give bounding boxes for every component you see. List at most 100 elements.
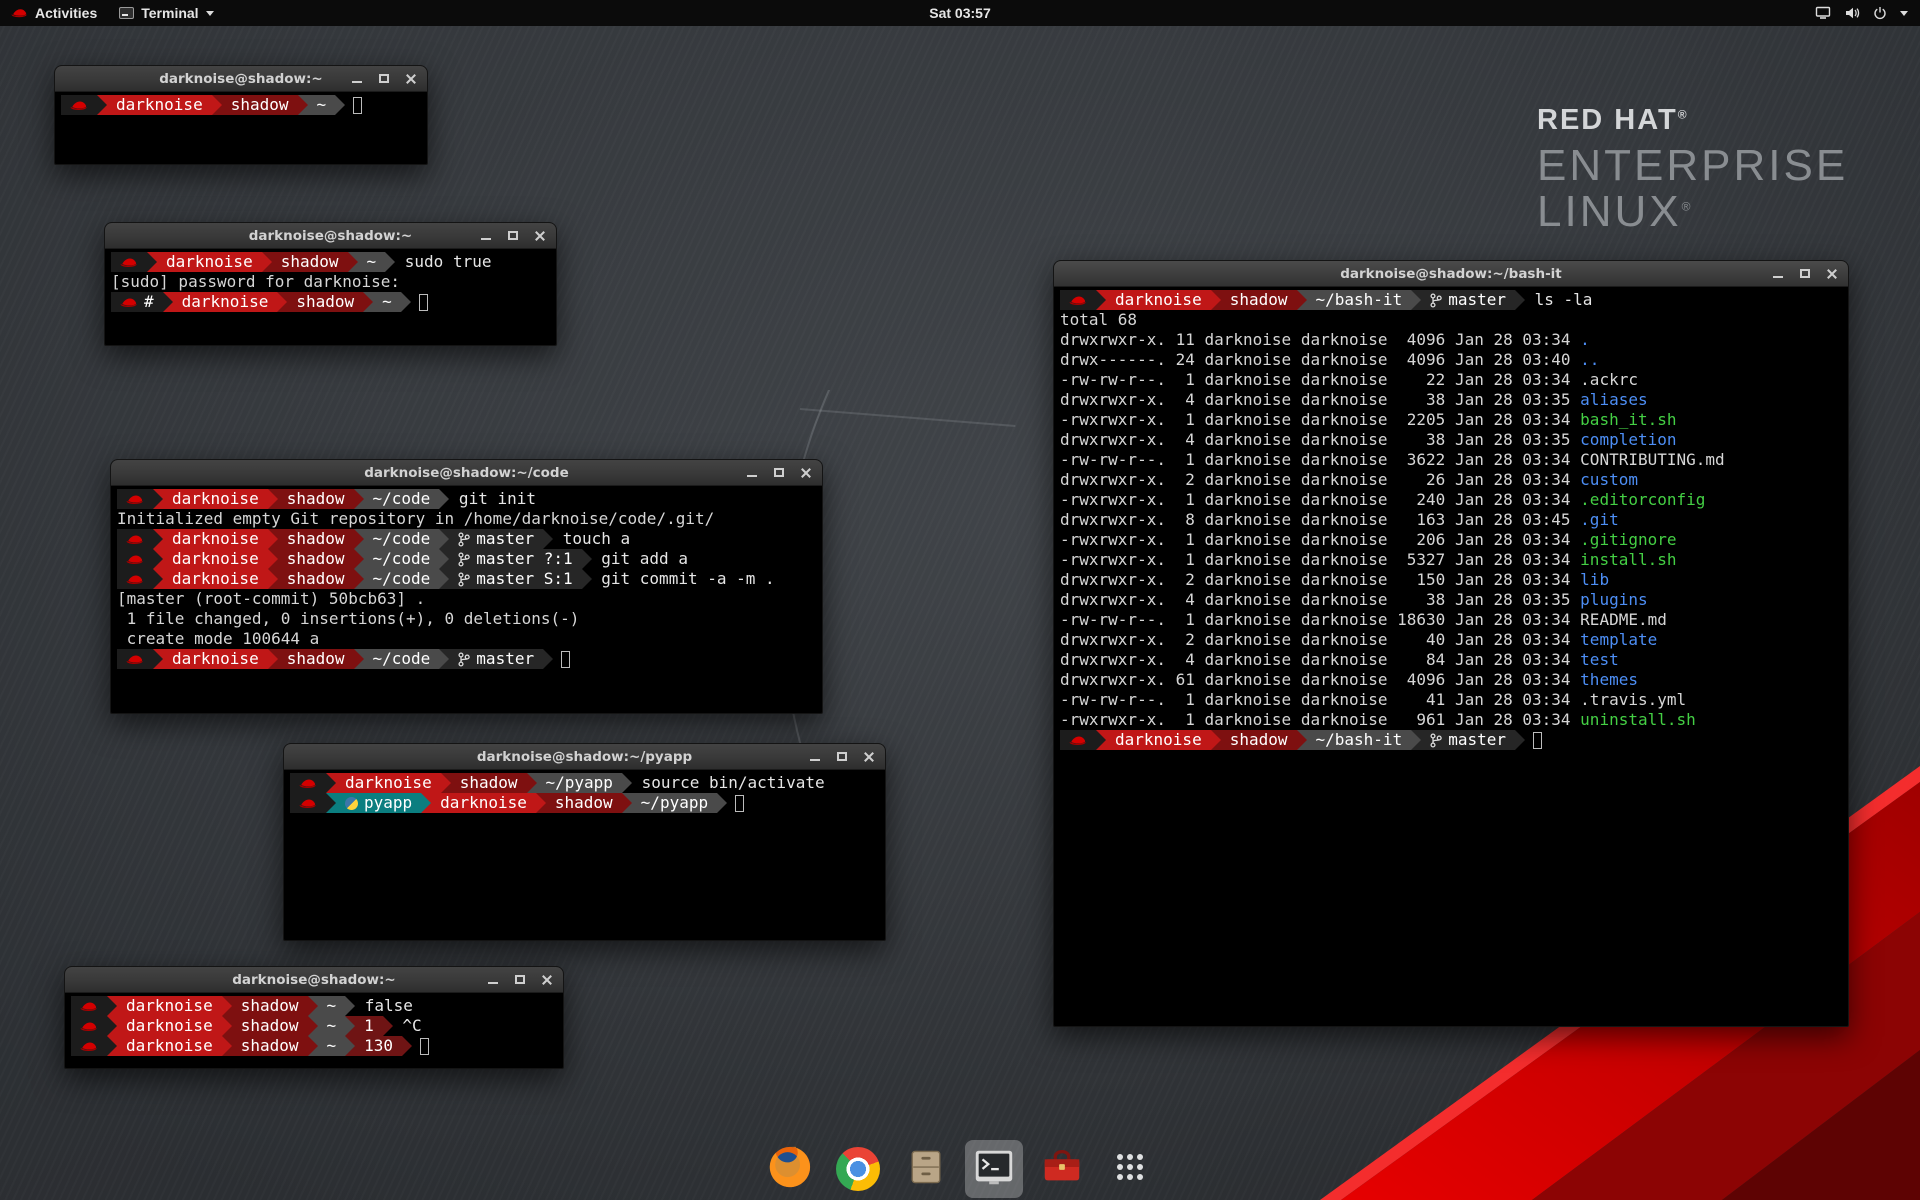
maximize-button[interactable]: [831, 747, 853, 767]
window-controls: [475, 223, 551, 248]
close-button[interactable]: [529, 226, 551, 246]
file-name: ..: [1580, 350, 1599, 369]
terminal-content[interactable]: darknoiseshadow~ false darknoiseshadow~1…: [65, 993, 563, 1056]
window-titlebar[interactable]: darknoise@shadow:~: [65, 967, 563, 993]
powerline-separator-icon: [1297, 730, 1307, 750]
python-icon: [345, 797, 358, 810]
prompt-line: darknoiseshadow~: [61, 95, 423, 115]
redhat-icon: [70, 100, 88, 111]
minimize-button[interactable]: [475, 226, 497, 246]
terminal-content[interactable]: darknoiseshadow ~/pyapp source bin/activa…: [284, 770, 885, 813]
terminal-output-line: [sudo] password for darknoise:: [111, 272, 552, 292]
segment-text: darknoise: [126, 996, 213, 1016]
close-button[interactable]: [400, 69, 422, 89]
powerline-separator-icon: [153, 549, 163, 569]
segment-text: ~/code: [373, 569, 431, 589]
minimize-button[interactable]: [741, 463, 763, 483]
close-icon: [800, 467, 812, 479]
segment-text: darknoise: [172, 649, 259, 669]
prompt-line: darknoiseshadow~/code master touch a: [117, 529, 818, 549]
maximize-icon: [774, 468, 784, 477]
terminal-window-pyapp: darknoise@shadow:~/pyapp darknoiseshadow…: [283, 743, 886, 941]
close-button[interactable]: [536, 970, 558, 990]
minimize-button[interactable]: [804, 747, 826, 767]
prompt-segment-host: shadow: [232, 996, 308, 1016]
redhat-icon: [299, 798, 317, 809]
software-dock-item[interactable]: [1033, 1140, 1091, 1198]
output-text: -rwxrwxr-x. 1 darknoise darknoise 240 Ja…: [1060, 490, 1580, 509]
minimize-button[interactable]: [482, 970, 504, 990]
window-titlebar[interactable]: darknoise@shadow:~: [55, 66, 427, 92]
clock[interactable]: Sat 03:57: [929, 0, 990, 26]
powerline-separator-icon: [97, 95, 107, 115]
powerline-separator-icon: [308, 1016, 318, 1036]
file-name: themes: [1580, 670, 1638, 689]
terminal-cursor: [735, 795, 744, 812]
terminal-output-line: -rwxrwxr-x. 1 darknoise darknoise 5327 J…: [1060, 550, 1844, 570]
terminal-content[interactable]: darknoiseshadow~: [55, 92, 427, 115]
window-titlebar[interactable]: darknoise@shadow:~/pyapp: [284, 744, 885, 770]
terminal-dock-item[interactable]: [965, 1140, 1023, 1198]
maximize-button[interactable]: [768, 463, 790, 483]
prompt-segment-host: shadow: [278, 569, 354, 589]
segment-text: ~: [317, 95, 327, 115]
minimize-button[interactable]: [1767, 264, 1789, 284]
output-text: drwxrwxr-x. 4 darknoise darknoise 38 Jan…: [1060, 430, 1580, 449]
prompt-segment-user: darknoise: [117, 1036, 222, 1056]
prompt-segment-host: shadow: [278, 489, 354, 509]
prompt-segment-hat: [290, 773, 326, 793]
firefox-dock-item[interactable]: [761, 1140, 819, 1198]
chrome-dock-item[interactable]: [829, 1140, 887, 1198]
maximize-button[interactable]: [502, 226, 524, 246]
maximize-button[interactable]: [373, 69, 395, 89]
command-text: source bin/activate: [632, 773, 825, 793]
segment-text: shadow: [1230, 730, 1288, 750]
prompt-segment-host: shadow: [1221, 290, 1297, 310]
window-titlebar[interactable]: darknoise@shadow:~: [105, 223, 556, 249]
system-status-area[interactable]: [1803, 0, 1920, 26]
maximize-button[interactable]: [509, 970, 531, 990]
file-name: test: [1580, 650, 1619, 669]
powerline-separator-icon: [1411, 730, 1421, 750]
prompt-segment-user: darknoise: [431, 793, 536, 813]
files-dock-item[interactable]: [897, 1140, 955, 1198]
apps-dock-item[interactable]: [1101, 1140, 1159, 1198]
segment-text: shadow: [287, 569, 345, 589]
terminal-cursor: [561, 651, 570, 668]
maximize-button[interactable]: [1794, 264, 1816, 284]
redhat-icon: [1069, 295, 1087, 306]
close-button[interactable]: [795, 463, 817, 483]
segment-text: shadow: [231, 95, 289, 115]
prompt-segment-user: darknoise: [163, 549, 268, 569]
powerline-separator-icon: [222, 1016, 232, 1036]
segment-text: darknoise: [126, 1036, 213, 1056]
prompt-segment-hat: #: [111, 292, 163, 312]
activities-button[interactable]: Activities: [0, 0, 108, 26]
segment-text: ~: [327, 1016, 337, 1036]
dock: [0, 1140, 1920, 1198]
prompt-segment-hat: [1060, 290, 1096, 310]
output-text: -rw-rw-r--. 1 darknoise darknoise 41 Jan…: [1060, 690, 1686, 709]
prompt-segment-git: master: [1421, 730, 1515, 750]
output-text: -rwxrwxr-x. 1 darknoise darknoise 5327 J…: [1060, 550, 1580, 569]
window-controls: [482, 967, 558, 992]
segment-text: ~/pyapp: [641, 793, 708, 813]
close-button[interactable]: [1821, 264, 1843, 284]
prompt-segment-host: shadow: [451, 773, 527, 793]
segment-text: ~/code: [373, 549, 431, 569]
close-button[interactable]: [858, 747, 880, 767]
terminal-content[interactable]: darknoiseshadow~/code git initInitialize…: [111, 486, 822, 669]
segment-text: ~/code: [373, 529, 431, 549]
prompt-segment-hat: [117, 489, 153, 509]
window-titlebar[interactable]: darknoise@shadow:~/bash-it: [1054, 261, 1848, 287]
app-menu[interactable]: Terminal: [108, 0, 224, 26]
terminal-content[interactable]: darknoiseshadow~/bash-it master ls -lato…: [1054, 287, 1848, 750]
command-text: touch a: [553, 529, 630, 549]
prompt-segment-path: ~: [358, 252, 386, 272]
powerline-separator-icon: [354, 529, 364, 549]
segment-text: shadow: [241, 1036, 299, 1056]
minimize-button[interactable]: [346, 69, 368, 89]
window-titlebar[interactable]: darknoise@shadow:~/code: [111, 460, 822, 486]
terminal-content[interactable]: darknoiseshadow~ sudo true[sudo] passwor…: [105, 249, 556, 312]
powerline-separator-icon: [1096, 730, 1106, 750]
